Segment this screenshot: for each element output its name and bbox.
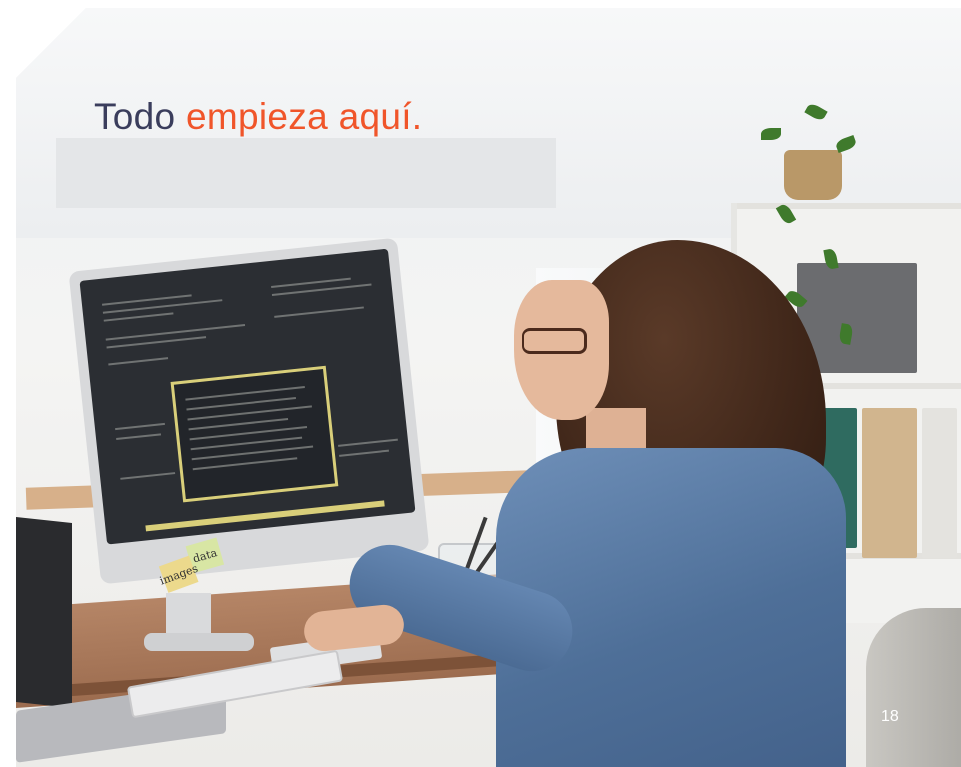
shelf-board [737,203,961,209]
binder [922,408,957,558]
headline: Todo empieza aquí. [94,96,422,138]
monitor-stand-base [144,633,254,651]
binder [862,408,917,558]
plant-leaf [761,128,781,140]
ceiling-beam [56,138,556,208]
sticky-note: images [158,555,200,593]
headline-part-dark: Todo [94,96,176,137]
glasses [522,328,587,354]
code-line [120,472,176,480]
code-line [115,422,165,431]
code-line [192,457,298,471]
code-line [108,357,169,366]
desktop-monitor: data images [68,237,430,593]
code-highlight-bar [145,500,385,532]
code-editor-screen [79,248,416,545]
code-line [103,312,174,322]
laptop-screen [16,517,72,708]
plant-pot [784,150,842,200]
chair [866,608,961,767]
code-line [339,449,390,457]
page-number: 18 [881,708,899,725]
code-line [338,438,398,447]
code-line [105,323,246,341]
headline-part-accent: empieza aquí. [186,96,423,137]
office-photo: data images Todo empieza aquí. 18 [16,8,961,767]
code-line [116,433,162,441]
code-line [274,306,364,318]
code-highlight-box [170,365,339,503]
